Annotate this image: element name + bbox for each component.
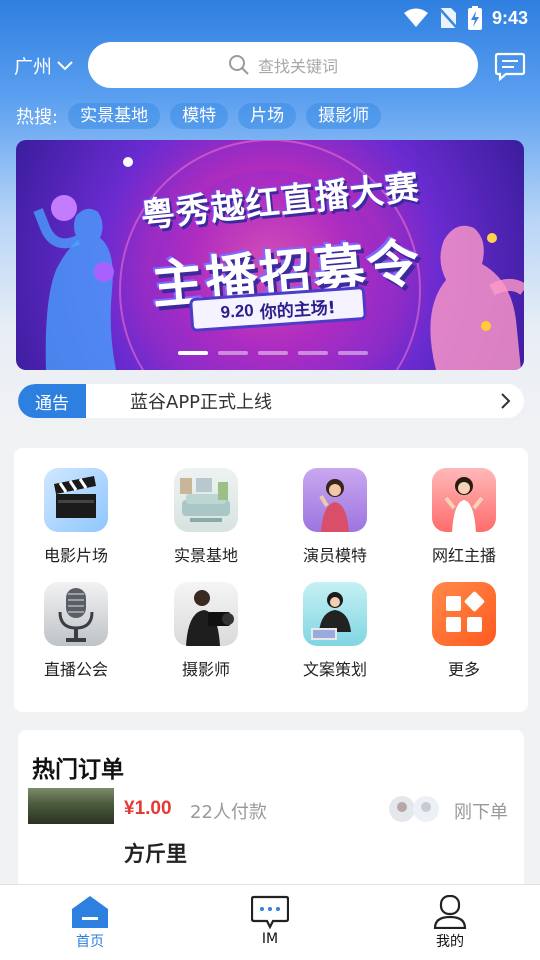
category-grid: 电影片场 实景基地 演员模特 网红主播 直播公会 摄影师 文案策划 更多 xyxy=(14,448,528,712)
nav-label: 我的 xyxy=(436,934,464,950)
hot-tag[interactable]: 模特 xyxy=(170,103,229,129)
chevron-down-icon xyxy=(57,60,73,70)
search-input[interactable]: 查找关键词 xyxy=(88,42,478,88)
hot-search-label: 热搜: xyxy=(16,107,59,128)
city-selector[interactable]: 广州 xyxy=(14,52,74,79)
status-time: 9:43 xyxy=(491,7,528,28)
category-real-scene[interactable]: 实景基地 xyxy=(146,468,266,566)
notice-bar[interactable]: 通告 蓝谷APP正式上线 xyxy=(18,384,524,418)
message-icon[interactable] xyxy=(494,50,526,82)
banner-date: 9.20 xyxy=(220,300,255,322)
home-icon xyxy=(72,896,108,928)
nav-label: 首页 xyxy=(76,934,104,950)
carousel-dot[interactable] xyxy=(178,351,208,355)
search-icon xyxy=(228,55,249,75)
chevron-right-icon xyxy=(501,393,511,409)
category-more[interactable]: 更多 xyxy=(404,582,524,680)
hot-tag[interactable]: 摄影师 xyxy=(306,103,382,129)
battery-charging-icon xyxy=(467,6,482,30)
category-label: 文案策划 xyxy=(302,660,367,679)
carousel-dot[interactable] xyxy=(218,351,248,355)
no-sim-icon xyxy=(438,7,458,29)
profile-icon xyxy=(433,895,467,929)
section-title: 热门订单 xyxy=(32,757,124,783)
city-label: 广州 xyxy=(14,56,53,78)
category-film-set[interactable]: 电影片场 xyxy=(16,468,136,566)
clapperboard-icon xyxy=(44,468,108,532)
order-name[interactable]: 方斤里 xyxy=(124,838,187,868)
category-label: 更多 xyxy=(447,660,480,679)
carousel-indicator xyxy=(178,351,368,355)
status-bar: 9:43 xyxy=(0,0,540,36)
category-label: 电影片场 xyxy=(43,546,108,565)
bottom-navigation: 首页 IM 我的 xyxy=(0,884,540,960)
photographer-icon xyxy=(174,582,238,646)
notice-badge: 通告 xyxy=(18,384,86,418)
category-label: 直播公会 xyxy=(43,660,108,679)
order-price: ¥1.00 xyxy=(124,798,172,819)
influencer-icon xyxy=(432,468,496,532)
actress-icon xyxy=(303,468,367,532)
order-paid-count: 22人付款 xyxy=(190,802,267,823)
hot-orders-section: 热门订单 ¥1.00 22人付款 刚下单 方斤里 xyxy=(18,730,524,890)
carousel-dot[interactable] xyxy=(258,351,288,355)
wifi-icon xyxy=(403,8,428,27)
order-status: 刚下单 xyxy=(454,802,508,823)
banner-slogan: 你的主场! xyxy=(259,297,337,323)
search-placeholder: 查找关键词 xyxy=(257,57,338,76)
category-label: 摄影师 xyxy=(181,660,230,679)
nav-home[interactable]: 首页 xyxy=(0,885,180,960)
category-label: 网红主播 xyxy=(431,546,496,565)
category-live-guild[interactable]: 直播公会 xyxy=(16,582,136,680)
promo-banner[interactable]: 粤秀越红直播大赛 主播招募令 xyxy=(16,140,524,370)
hot-tag[interactable]: 实景基地 xyxy=(68,103,161,129)
category-label: 实景基地 xyxy=(173,546,238,565)
category-influencer[interactable]: 网红主播 xyxy=(404,468,524,566)
carousel-dot[interactable] xyxy=(338,351,368,355)
nav-profile[interactable]: 我的 xyxy=(360,885,540,960)
hot-search-bar: 热搜: 实景基地 模特 片场 摄影师 xyxy=(16,102,391,130)
copywriter-icon xyxy=(303,582,367,646)
nav-label: IM xyxy=(261,931,279,947)
category-photographer[interactable]: 摄影师 xyxy=(146,582,266,680)
order-thumbnail[interactable] xyxy=(28,788,114,824)
carousel-dot[interactable] xyxy=(298,351,328,355)
category-actor-model[interactable]: 演员模特 xyxy=(275,468,395,566)
chat-icon xyxy=(251,895,289,929)
notice-text: 蓝谷APP正式上线 xyxy=(130,392,273,413)
microphone-icon xyxy=(44,582,108,646)
nav-im[interactable]: IM xyxy=(180,885,360,960)
living-room-icon xyxy=(174,468,238,532)
category-copywriting[interactable]: 文案策划 xyxy=(275,582,395,680)
category-label: 演员模特 xyxy=(302,546,367,565)
buyer-avatars xyxy=(389,796,439,822)
more-grid-icon xyxy=(432,582,496,646)
hot-tag[interactable]: 片场 xyxy=(238,103,297,129)
